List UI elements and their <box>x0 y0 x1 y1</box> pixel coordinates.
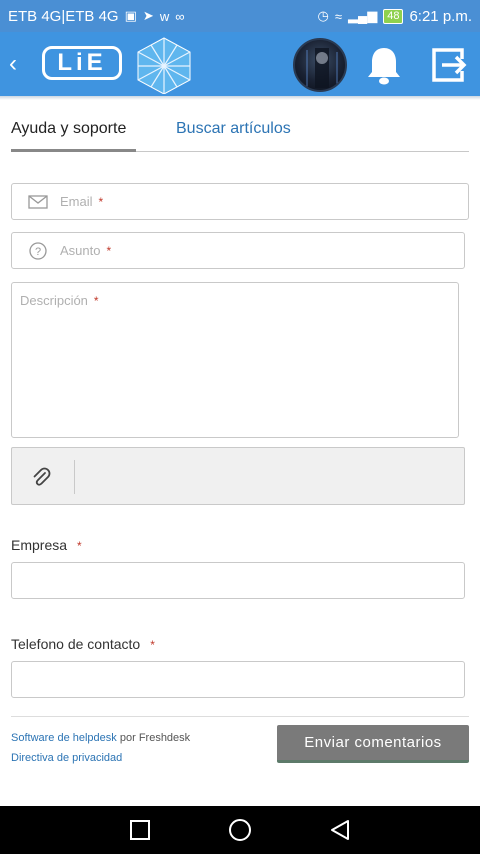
battery-icon: 48 <box>383 8 404 24</box>
submit-feedback-button[interactable]: Enviar comentarios <box>277 725 469 763</box>
tab-search-articles[interactable]: Buscar artículos <box>176 120 291 152</box>
gallery-icon: ▣ <box>124 8 137 23</box>
required-mark: * <box>106 244 112 258</box>
status-right: ◷ ≈ ▂▄▆ 48 6:21 p.m. <box>318 8 473 25</box>
company-input[interactable] <box>11 562 465 599</box>
triangle-back-icon <box>331 820 349 840</box>
tab-bar: Ayuda y soporte Buscar artículos <box>11 116 469 152</box>
chevron-left-icon: ‹ <box>9 50 17 77</box>
phone-input[interactable] <box>11 661 465 698</box>
email-placeholder: Email * <box>60 194 104 209</box>
svg-text:?: ? <box>35 246 41 258</box>
logo-text: LiE <box>42 46 122 80</box>
tab-help-support[interactable]: Ayuda y soporte <box>11 120 136 152</box>
required-mark: * <box>150 638 155 652</box>
status-bar: ETB 4G|ETB 4G ▣ ➤ w ∞ ◷ ≈ ▂▄▆ 48 6:21 p.… <box>0 0 480 32</box>
status-left: ETB 4G|ETB 4G ▣ ➤ w ∞ <box>8 8 184 25</box>
helpdesk-credit: Software de helpdesk por Freshdesk <box>11 732 190 744</box>
voicemail-icon: ∞ <box>175 8 185 24</box>
carrier-text: ETB 4G|ETB 4G <box>8 7 119 25</box>
subject-placeholder: Asunto * <box>60 243 112 258</box>
back-button[interactable]: ‹ <box>0 32 26 96</box>
android-nav-bar <box>0 806 480 854</box>
footer-divider <box>11 716 469 717</box>
description-field[interactable]: Descripción * <box>11 282 459 438</box>
back-nav-button[interactable] <box>326 816 354 844</box>
home-button[interactable] <box>226 816 254 844</box>
recent-apps-button[interactable] <box>126 816 154 844</box>
bell-icon[interactable] <box>364 44 404 86</box>
status-time: 6:21 p.m. <box>409 7 472 25</box>
required-mark: * <box>77 539 82 553</box>
paperclip-icon[interactable] <box>30 466 52 488</box>
phone-label: Telefono de contacto * <box>11 636 155 652</box>
required-mark: * <box>93 294 99 308</box>
required-mark: * <box>98 195 104 209</box>
logo-hexagon-icon <box>137 37 191 94</box>
email-field[interactable]: Email * <box>11 183 469 220</box>
send-icon: ➤ <box>142 8 154 23</box>
company-label: Empresa * <box>11 537 82 553</box>
circle-icon <box>229 819 251 841</box>
helpdesk-link[interactable]: Software de helpdesk <box>11 732 117 744</box>
wifi-icon: ≈ <box>334 8 342 24</box>
attachment-field[interactable] <box>11 447 465 505</box>
app-icon: w <box>159 8 170 24</box>
subject-field[interactable]: ? Asunto * <box>11 232 465 269</box>
square-icon <box>130 820 150 840</box>
app-logo: LiE <box>26 32 196 96</box>
avatar[interactable] <box>293 38 347 92</box>
envelope-icon <box>28 195 48 209</box>
header-shadow <box>0 96 480 100</box>
privacy-link[interactable]: Directiva de privacidad <box>11 752 122 764</box>
logout-icon[interactable] <box>428 46 468 84</box>
description-placeholder: Descripción * <box>20 293 99 308</box>
signal-icon: ▂▄▆ <box>347 8 378 23</box>
attachment-divider <box>74 460 75 494</box>
question-circle-icon: ? <box>29 242 47 260</box>
app-header: ‹ LiE <box>0 32 480 96</box>
alarm-icon: ◷ <box>317 8 329 23</box>
freshdesk-text: por Freshdesk <box>119 732 191 744</box>
